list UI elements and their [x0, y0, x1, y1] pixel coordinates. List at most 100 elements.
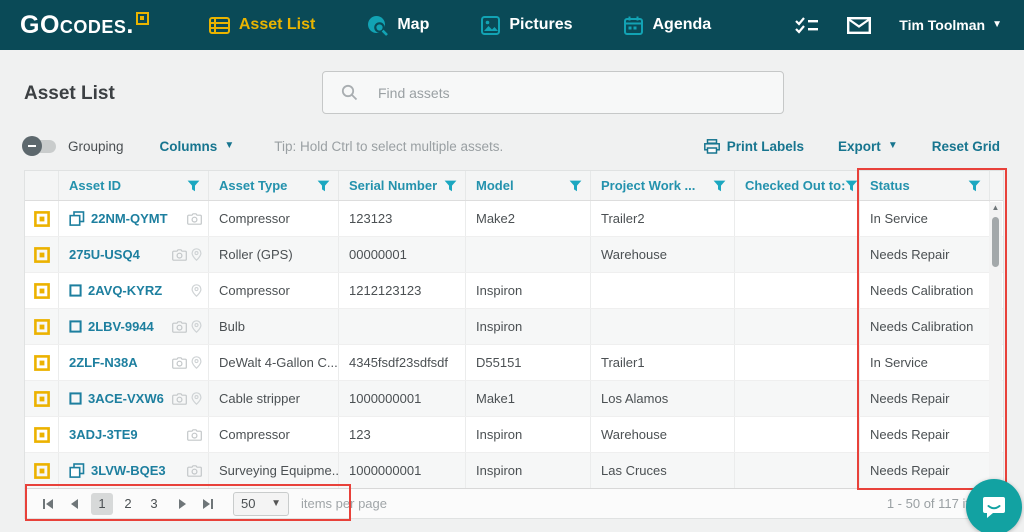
tab-asset-list[interactable]: Asset List [208, 16, 315, 34]
asset-type-cell: Roller (GPS) [209, 237, 339, 272]
project-work-cell [591, 273, 735, 308]
search-input[interactable] [378, 84, 758, 101]
header-scrollbar-cap [990, 171, 1008, 200]
pin-icon [191, 320, 202, 333]
pagination-bar: 123 50 ▼ items per page 1 - 50 of 117 it [24, 488, 1004, 519]
vertical-scrollbar[interactable]: ▲ ▼ [989, 202, 1002, 489]
table-row[interactable]: 2LBV-9944 Bulb Inspiron Needs Calibration [25, 309, 1003, 345]
qr-code-icon[interactable] [33, 282, 50, 299]
table-row[interactable]: 3ACE-VXW6 Cable stripper 1000000001 Make1 Lo… [25, 381, 1003, 417]
column-header-asset-type[interactable]: Asset Type [209, 171, 339, 200]
table-row[interactable]: 3ADJ-3TE9 Compressor 123 Inspiron Warehouse N… [25, 417, 1003, 453]
media-icons [187, 212, 202, 225]
grouping-toggle[interactable] [22, 135, 56, 156]
filter-icon[interactable] [444, 180, 457, 192]
asset-id-link[interactable]: 22NM-QYMT [91, 211, 168, 226]
filter-icon[interactable] [187, 180, 200, 192]
asset-id-cell: 275U-USQ4 [59, 237, 209, 272]
pin-icon [191, 284, 202, 297]
column-header-label: Asset ID [69, 178, 122, 193]
user-menu[interactable]: Tim Toolman ▼ [899, 17, 1002, 33]
qr-code-icon[interactable] [33, 246, 50, 263]
reset-grid-button[interactable]: Reset Grid [932, 139, 1000, 154]
filter-icon[interactable] [569, 180, 582, 192]
asset-id-link[interactable]: 2ZLF-N38A [69, 355, 138, 370]
filter-icon[interactable] [968, 180, 981, 192]
column-header-serial-number[interactable]: Serial Number [339, 171, 466, 200]
status-cell: Needs Repair [860, 237, 990, 272]
scrollbar-thumb[interactable] [992, 217, 999, 267]
page-number-3[interactable]: 3 [143, 493, 165, 515]
scroll-up-icon[interactable]: ▲ [992, 202, 1000, 214]
qr-code-icon[interactable] [33, 318, 50, 335]
checked-out-to-cell [735, 201, 860, 236]
tasks-icon[interactable] [795, 16, 819, 34]
asset-id-link[interactable]: 2LBV-9944 [88, 319, 154, 334]
column-header-project-work[interactable]: Project Work ... [591, 171, 735, 200]
column-header-checked-out-to[interactable]: Checked Out to: [735, 171, 860, 200]
columns-label: Columns [159, 138, 218, 154]
table-row[interactable]: 3LVW-BQE3 Surveying Equipme... 1000000001 I… [25, 453, 1003, 489]
project-work-cell: Trailer1 [591, 345, 735, 380]
items-per-page-label: items per page [301, 496, 387, 511]
filter-icon[interactable] [713, 180, 726, 192]
project-work-cell: Warehouse [591, 417, 735, 452]
asset-id-link[interactable]: 3ADJ-3TE9 [69, 427, 138, 442]
qr-code-icon[interactable] [33, 210, 50, 227]
page-number-2[interactable]: 2 [117, 493, 139, 515]
tab-pictures[interactable]: Pictures [481, 15, 572, 35]
last-page-button[interactable] [195, 493, 221, 515]
tab-agenda[interactable]: Agenda [624, 16, 711, 35]
table-row[interactable]: 2AVQ-KYRZ Compressor 1212123123 Inspiron Nee… [25, 273, 1003, 309]
next-page-button[interactable] [169, 493, 195, 515]
toggle-knob-icon [22, 135, 42, 156]
checked-out-to-cell [735, 345, 860, 380]
serial-number-cell: 1000000001 [339, 381, 466, 416]
asset-type-cell: Compressor [209, 273, 339, 308]
serial-number-cell: 123123 [339, 201, 466, 236]
checked-out-to-cell [735, 417, 860, 452]
filter-icon[interactable] [317, 180, 330, 192]
page-title: Asset List [24, 83, 115, 104]
asset-search-box[interactable] [322, 71, 784, 114]
columns-dropdown[interactable]: Columns ▼ [160, 139, 235, 154]
camera-icon [187, 212, 202, 225]
qr-code-icon[interactable] [33, 390, 50, 407]
column-header-status[interactable]: Status [860, 171, 990, 200]
table-row[interactable]: 275U-USQ4 Roller (GPS) 00000001 Warehouse Ne… [25, 237, 1003, 273]
table-row[interactable]: 22NM-QYMT Compressor 123123 Make2 Trailer2 In… [25, 201, 1003, 237]
asset-id-link[interactable]: 275U-USQ4 [69, 247, 140, 262]
qr-code-icon[interactable] [33, 462, 50, 479]
previous-page-button[interactable] [61, 493, 87, 515]
media-icons [191, 284, 202, 297]
asset-id-link[interactable]: 2AVQ-KYRZ [88, 283, 162, 298]
asset-id-link[interactable]: 3LVW-BQE3 [91, 463, 166, 478]
page-size-select[interactable]: 50 ▼ [233, 491, 289, 516]
print-labels-button[interactable]: Print Labels [703, 139, 804, 154]
square-icon [69, 320, 82, 333]
chat-widget-button[interactable] [966, 479, 1022, 532]
column-header-label: Model [476, 178, 514, 193]
first-page-button[interactable] [35, 493, 61, 515]
column-header-asset-id[interactable]: Asset ID [59, 171, 209, 200]
qr-code-icon[interactable] [33, 426, 50, 443]
column-header-model[interactable]: Model [466, 171, 591, 200]
export-dropdown[interactable]: Export ▼ [838, 139, 898, 154]
chevron-down-icon: ▼ [992, 19, 1002, 30]
page-number-1[interactable]: 1 [91, 492, 113, 515]
top-navbar: GO codes. Asset List Map Pictures Agenda Tim… [0, 0, 1024, 50]
qr-code-icon[interactable] [33, 354, 50, 371]
gocodes-logo[interactable]: GO codes. [20, 11, 149, 40]
filter-icon[interactable] [845, 180, 858, 192]
status-cell: In Service [860, 345, 990, 380]
table-row[interactable]: 2ZLF-N38A DeWalt 4-Gallon C... 4345fsdf23s… [25, 345, 1003, 381]
mail-icon[interactable] [847, 16, 872, 34]
chevron-down-icon: ▼ [271, 497, 281, 509]
user-name: Tim Toolman [899, 17, 986, 33]
asset-id-cell: 3LVW-BQE3 [59, 453, 209, 488]
qr-logo-mark-icon [135, 11, 149, 25]
asset-id-link[interactable]: 3ACE-VXW6 [88, 391, 164, 406]
tab-map[interactable]: Map [367, 15, 429, 36]
pin-icon [191, 392, 202, 405]
grouping-label: Grouping [68, 138, 124, 154]
